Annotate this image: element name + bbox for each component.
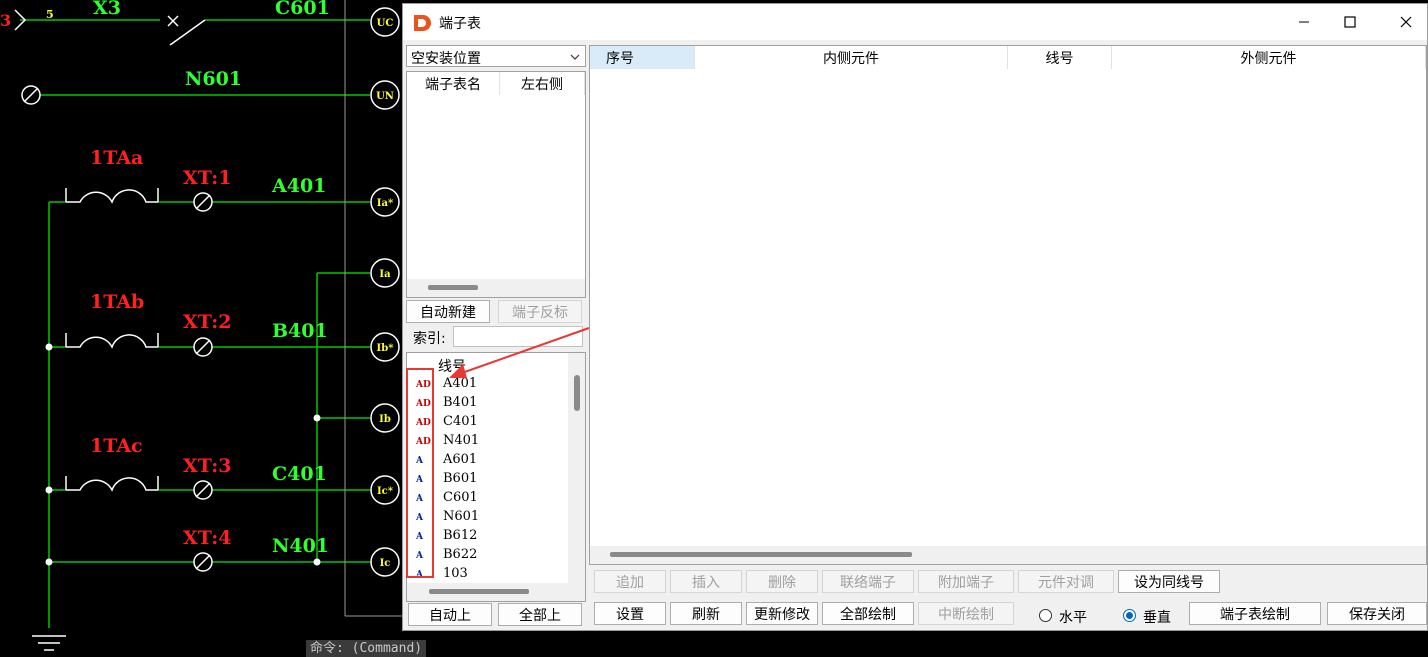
hscrollbar-track[interactable] bbox=[407, 279, 585, 297]
col-inner-component[interactable]: 内侧元件 bbox=[695, 46, 1008, 69]
cad-port-ia: Ia bbox=[379, 269, 391, 280]
cad-port-un: UN bbox=[376, 91, 394, 102]
draw-all-button[interactable]: 全部绘制 bbox=[822, 602, 914, 625]
hscrollbar-thumb[interactable] bbox=[610, 552, 912, 557]
col-sequence[interactable]: 序号 bbox=[590, 46, 695, 69]
title-bar[interactable]: 端子表 bbox=[403, 4, 1427, 40]
terminal-table-window: 端子表 空安装位置 端子表名 左右侧 自动新建 端子反标 索引: 线号 AD A4… bbox=[402, 3, 1428, 631]
cad-port-ia-star: Ia* bbox=[377, 198, 394, 209]
cad-mark-3: 3 bbox=[0, 11, 11, 30]
location-select[interactable]: 空安装位置 bbox=[406, 45, 586, 67]
cad-wire-c401: C401 bbox=[272, 463, 327, 485]
close-button[interactable] bbox=[1383, 4, 1428, 40]
app-logo-icon bbox=[414, 15, 431, 31]
cad-port-ib: Ib bbox=[379, 414, 391, 425]
cad-port-uc: UC bbox=[377, 18, 394, 29]
insert-button[interactable]: 插入 bbox=[670, 570, 742, 593]
settings-button[interactable]: 设置 bbox=[594, 602, 666, 625]
col-terminal-table-name[interactable]: 端子表名 bbox=[407, 72, 500, 95]
annotation-arrow bbox=[449, 327, 590, 378]
col-wire-number[interactable]: 线号 bbox=[1008, 46, 1112, 69]
chevron-down-icon bbox=[570, 54, 580, 60]
terminal-table-grid[interactable]: 序号 内侧元件 线号 外侧元件 bbox=[589, 45, 1427, 565]
col-outer-component[interactable]: 外侧元件 bbox=[1112, 46, 1426, 69]
cad-switch-label: X3 bbox=[93, 0, 121, 19]
wire-list-item[interactable]: B601 bbox=[443, 471, 477, 486]
additional-terminal-button[interactable]: 附加端子 bbox=[918, 570, 1014, 593]
update-changes-button[interactable]: 更新修改 bbox=[746, 602, 818, 625]
cad-mark-5: 5 bbox=[46, 8, 54, 21]
terminal-table-list[interactable]: 端子表名 左右侧 bbox=[406, 71, 586, 298]
cad-wire-a401: A401 bbox=[271, 175, 326, 197]
wire-list-item[interactable]: N401 bbox=[443, 433, 479, 448]
terminal-table-draw-button[interactable]: 端子表绘制 bbox=[1189, 602, 1321, 625]
cad-ct-1tab: 1TAb bbox=[90, 291, 144, 313]
auto-new-button[interactable]: 自动新建 bbox=[406, 300, 490, 323]
radio-vertical[interactable]: 垂直 bbox=[1123, 606, 1187, 626]
append-button[interactable]: 追加 bbox=[594, 570, 666, 593]
vscrollbar-track[interactable] bbox=[568, 353, 585, 585]
wire-list-item[interactable]: A601 bbox=[443, 452, 477, 467]
annotation-highlight-box bbox=[406, 368, 434, 578]
wire-list-item[interactable]: C601 bbox=[443, 490, 478, 505]
wire-list-item[interactable]: B622 bbox=[443, 547, 477, 562]
all-up-button[interactable]: 全部上 bbox=[498, 603, 582, 626]
cad-wire-n601: N601 bbox=[185, 68, 242, 90]
radio-vertical-circle bbox=[1123, 609, 1136, 622]
window-title: 端子表 bbox=[439, 16, 481, 32]
hscrollbar-track[interactable] bbox=[590, 546, 1426, 564]
swap-components-button[interactable]: 元件对调 bbox=[1018, 570, 1114, 593]
radio-vertical-label: 垂直 bbox=[1143, 610, 1171, 626]
reverse-annotate-button[interactable]: 端子反标 bbox=[498, 300, 582, 323]
cad-xt-2: XT:2 bbox=[183, 311, 231, 333]
cad-xt-4: XT:4 bbox=[183, 527, 231, 549]
col-side[interactable]: 左右侧 bbox=[500, 72, 585, 95]
hscrollbar-track[interactable] bbox=[407, 583, 585, 601]
cad-wire-c601: C601 bbox=[275, 0, 330, 19]
cad-xt-3: XT:3 bbox=[183, 455, 231, 477]
minimize-button[interactable] bbox=[1281, 4, 1327, 40]
wire-list-item[interactable]: B401 bbox=[443, 395, 477, 410]
cad-wire-n401: N401 bbox=[272, 535, 329, 557]
radio-horizontal[interactable]: 水平 bbox=[1039, 606, 1103, 626]
cad-port-ic: Ic bbox=[380, 558, 391, 569]
link-terminal-button[interactable]: 联络端子 bbox=[822, 570, 914, 593]
auto-up-button[interactable]: 自动上 bbox=[408, 603, 492, 626]
radio-horizontal-label: 水平 bbox=[1059, 610, 1087, 626]
minimize-icon bbox=[1299, 21, 1309, 23]
stop-drawing-button[interactable]: 中断绘制 bbox=[918, 602, 1014, 625]
command-line[interactable]: 命令: (Command) bbox=[306, 640, 427, 657]
hscrollbar-thumb[interactable] bbox=[428, 285, 478, 290]
cad-xt-1: XT:1 bbox=[183, 167, 231, 189]
wire-list-item[interactable]: 103 bbox=[443, 566, 468, 581]
cad-wire-b401: B401 bbox=[272, 320, 328, 342]
close-icon bbox=[1400, 16, 1412, 28]
hscrollbar-thumb[interactable] bbox=[429, 589, 529, 594]
maximize-icon bbox=[1344, 16, 1356, 28]
cad-ct-1taa: 1TAa bbox=[90, 147, 143, 169]
wire-list-item[interactable]: N601 bbox=[443, 509, 479, 524]
wire-list-item[interactable]: C401 bbox=[443, 414, 478, 429]
cad-ct-1tac: 1TAc bbox=[90, 435, 143, 457]
radio-horizontal-circle bbox=[1039, 609, 1052, 622]
cad-port-ic-star: Ic* bbox=[377, 486, 394, 497]
location-select-value: 空安装位置 bbox=[411, 51, 481, 67]
maximize-button[interactable] bbox=[1327, 4, 1373, 40]
radio-selected-dot bbox=[1126, 612, 1133, 619]
save-close-button[interactable]: 保存关闭 bbox=[1327, 602, 1427, 625]
cad-port-ib-star: Ib* bbox=[377, 343, 395, 354]
delete-button[interactable]: 删除 bbox=[746, 570, 818, 593]
wire-list-item[interactable]: B612 bbox=[443, 528, 477, 543]
set-same-wire-button[interactable]: 设为同线号 bbox=[1118, 570, 1220, 593]
refresh-button[interactable]: 刷新 bbox=[670, 602, 742, 625]
